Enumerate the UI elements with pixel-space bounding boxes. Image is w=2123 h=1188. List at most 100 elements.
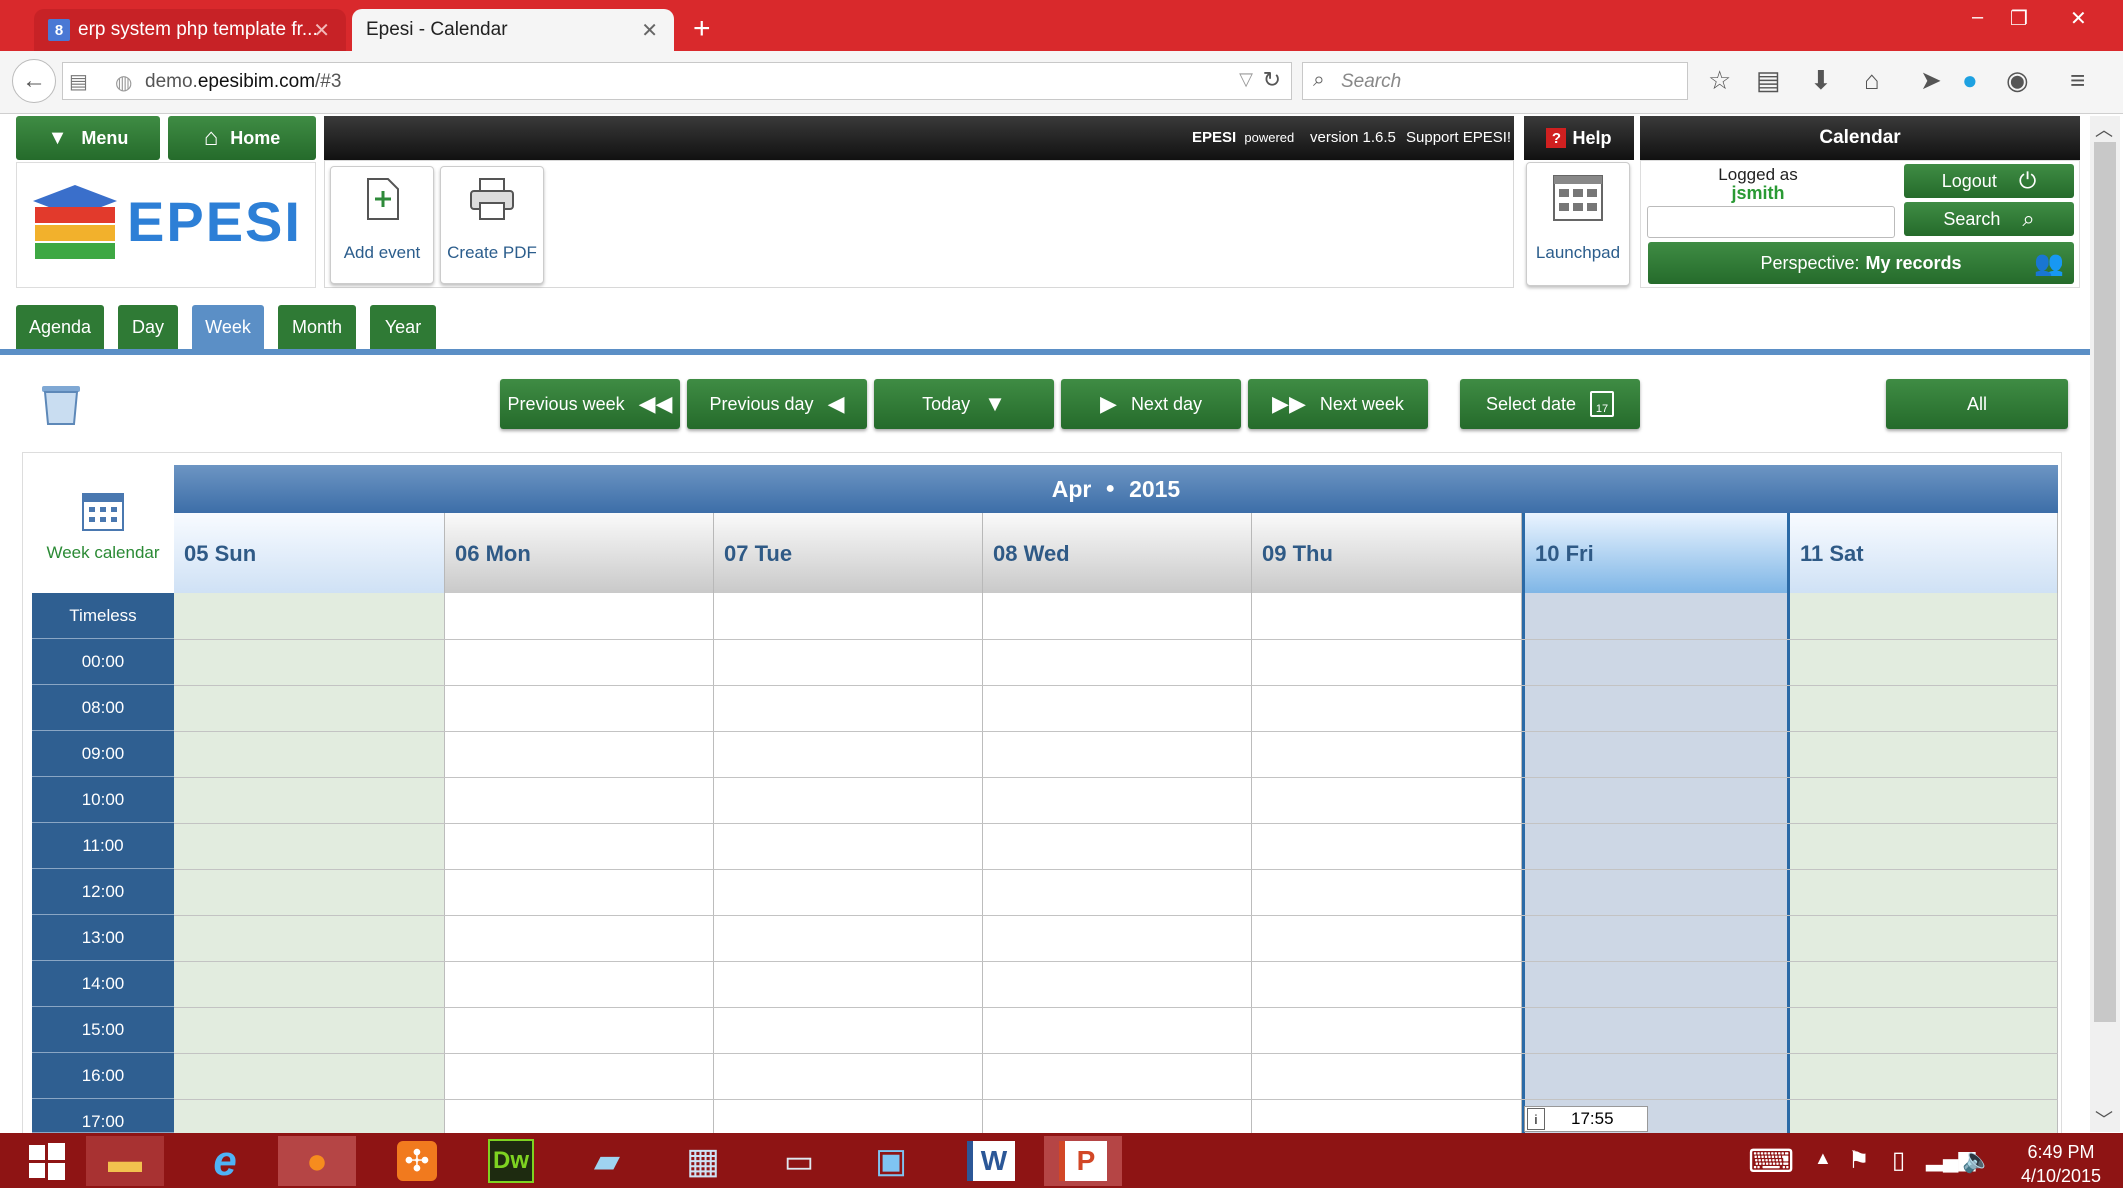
browser-tab-erp-search[interactable]: 8 erp system php template fr... ✕ [34, 9, 346, 51]
select-date-button[interactable]: Select date 17 [1460, 379, 1640, 429]
tab-year[interactable]: Year [370, 305, 436, 349]
logout-label: Logout [1941, 170, 1997, 191]
system-clock[interactable]: 6:49 PM 4/10/2015 [2006, 1140, 2116, 1188]
add-event-label: Add event [343, 243, 421, 262]
battery-icon[interactable]: ▯ [1892, 1146, 1905, 1175]
search-button[interactable]: Search ⌕ [1904, 202, 2074, 236]
magnifier-icon: ⌕ [2022, 206, 2035, 231]
show-hidden-icons-icon[interactable]: ▲ [1814, 1148, 1832, 1169]
grid-line [174, 685, 2058, 686]
add-event-button[interactable]: Add event [330, 166, 434, 284]
next-day-button[interactable]: ▶ Next day [1061, 379, 1241, 429]
epesi-logo[interactable]: EPESI [16, 162, 316, 288]
day-column-thu[interactable] [1252, 593, 1522, 1133]
browser-search-input[interactable]: ⌕ Search [1302, 62, 1688, 100]
photo-viewer-icon[interactable]: ▣ [852, 1136, 930, 1186]
day-header-sat[interactable]: 11 Sat [1790, 513, 2058, 593]
reading-list-icon[interactable]: ▤ [1756, 65, 1781, 96]
printer-icon [470, 178, 514, 220]
perspective-button[interactable]: Perspective: My records 👥 [1648, 242, 2074, 284]
hamburger-menu-icon[interactable]: ≡ [2070, 65, 2085, 96]
create-pdf-button[interactable]: Create PDF [440, 166, 544, 284]
today-button[interactable]: Today ▼ [874, 379, 1054, 429]
day-header-mon[interactable]: 06 Mon [445, 513, 714, 593]
launchpad-button[interactable]: Launchpad [1526, 162, 1630, 286]
file-explorer-icon[interactable]: ▬ [86, 1136, 164, 1186]
day-header-sun[interactable]: 05 Sun [174, 513, 445, 593]
time-label: 11:00 [32, 823, 174, 869]
logged-as-label: Logged as [1718, 165, 1798, 184]
bookmark-star-icon[interactable]: ☆ [1708, 65, 1731, 96]
launchpad-grid-icon [1553, 175, 1603, 221]
dreamweaver-icon[interactable]: Dw [472, 1136, 550, 1186]
tab-agenda[interactable]: Agenda [16, 305, 104, 349]
home-button[interactable]: ⌂ Home [168, 116, 316, 160]
day-column-wed[interactable] [983, 593, 1252, 1133]
skype-icon[interactable]: ● [1962, 65, 1978, 96]
support-link[interactable]: Support EPESI! [1406, 129, 1511, 146]
photo-icon: ▣ [874, 1142, 908, 1180]
previous-day-button[interactable]: Previous day ◀ [687, 379, 867, 429]
windows-start-icon[interactable] [8, 1136, 86, 1186]
browser-tab-epesi-calendar[interactable]: Epesi - Calendar ✕ [352, 9, 674, 51]
internet-explorer-icon[interactable]: e [186, 1136, 264, 1186]
downloads-icon[interactable]: ⬇ [1810, 65, 1832, 96]
close-tab-icon[interactable]: ✕ [313, 18, 330, 43]
menu-button[interactable]: ▼ Menu [16, 116, 160, 160]
tab-title: Epesi - Calendar [366, 19, 508, 40]
time-label: 13:00 [32, 915, 174, 961]
select-date-label: Select date [1485, 393, 1577, 414]
word-logo-icon: W [967, 1141, 1015, 1181]
day-column-sun[interactable] [174, 593, 445, 1133]
day-column-sat[interactable] [1790, 593, 2058, 1133]
back-button[interactable]: ← [12, 59, 56, 103]
chat-icon[interactable]: ◉ [2006, 65, 2029, 96]
dropdown-history-icon[interactable]: ▽ [1239, 69, 1253, 90]
page-info-icon[interactable]: ▤ [69, 69, 88, 94]
previous-day-label: Previous day [709, 393, 814, 414]
grid-line [174, 823, 2058, 824]
action-center-flag-icon[interactable]: ⚑ [1848, 1146, 1870, 1175]
powerpoint-icon[interactable]: P [1044, 1136, 1122, 1186]
day-column-mon[interactable] [445, 593, 714, 1133]
day-column-tue[interactable] [714, 593, 983, 1133]
new-tab-icon[interactable]: + [693, 12, 711, 46]
scrollbar-thumb[interactable] [2094, 142, 2116, 1022]
day-header-wed[interactable]: 08 Wed [983, 513, 1252, 593]
close-tab-icon[interactable]: ✕ [641, 18, 658, 43]
calculator-icon[interactable]: ▦ [664, 1136, 742, 1186]
power-icon: ⏻ [2018, 168, 2037, 193]
address-bar[interactable]: ▤ ◍ demo.epesibim.com/#3 ▽ ↻ [62, 62, 1292, 100]
word-icon[interactable]: W [952, 1136, 1030, 1186]
tab-day[interactable]: Day [118, 305, 178, 349]
help-button[interactable]: ? Help [1524, 116, 1634, 160]
home-icon[interactable]: ⌂ [1864, 65, 1880, 96]
reload-icon[interactable]: ↻ [1263, 67, 1281, 93]
firefox-icon[interactable]: ● [278, 1136, 356, 1186]
minimize-window-icon[interactable]: – [1972, 6, 1983, 29]
performance-monitor-icon[interactable]: ▭ [760, 1136, 838, 1186]
quick-search-input[interactable] [1647, 206, 1895, 238]
day-column-fri-today[interactable] [1522, 593, 1790, 1133]
trash-bin-icon[interactable] [38, 380, 84, 430]
notepad-icon[interactable]: ▰ [568, 1136, 646, 1186]
day-header-thu[interactable]: 09 Thu [1252, 513, 1522, 593]
filter-all-button[interactable]: All [1886, 379, 2068, 429]
next-week-button[interactable]: ▶▶ Next week [1248, 379, 1428, 429]
tab-week[interactable]: Week [192, 305, 264, 349]
day-header-tue[interactable]: 07 Tue [714, 513, 983, 593]
logout-button[interactable]: Logout ⏻ [1904, 164, 2074, 198]
status-powered: powered [1244, 130, 1295, 145]
close-window-icon[interactable]: ✕ [2070, 6, 2087, 31]
scroll-up-icon[interactable]: ︿ [2095, 116, 2113, 142]
restore-window-icon[interactable]: ❐ [2010, 6, 2028, 31]
day-header-fri-today[interactable]: 10 Fri [1522, 513, 1790, 593]
url-text[interactable]: demo.epesibim.com/#3 [145, 71, 341, 93]
scroll-down-icon[interactable]: ﹀ [2095, 1106, 2113, 1132]
tab-month[interactable]: Month [278, 305, 356, 349]
previous-week-button[interactable]: Previous week ◀◀ [500, 379, 680, 429]
volume-icon[interactable]: 🔈 [1962, 1146, 1992, 1175]
xampp-icon[interactable]: ✣ [378, 1136, 456, 1186]
keyboard-icon[interactable]: ⌨ [1748, 1142, 1794, 1180]
send-icon[interactable]: ➤ [1920, 65, 1942, 96]
